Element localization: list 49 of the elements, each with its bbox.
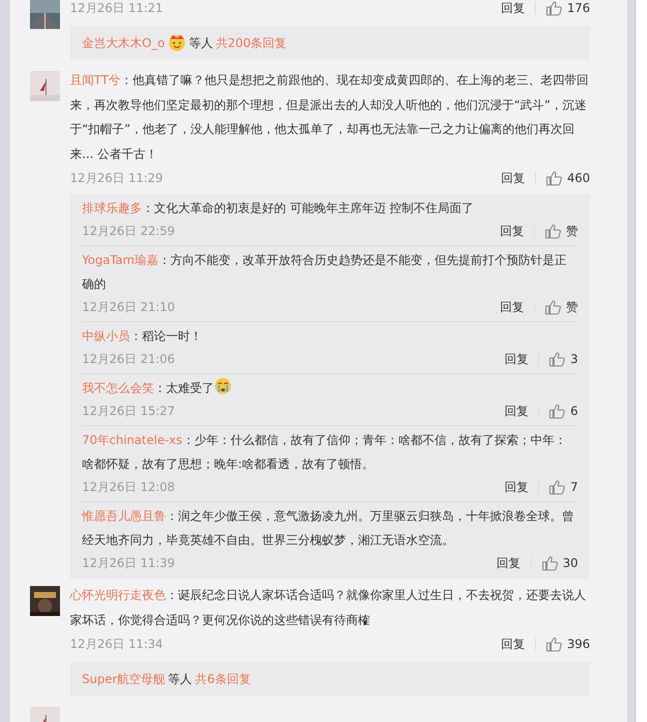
reply-link[interactable]: 回复 [501, 638, 536, 650]
timestamp: 12月26日 11:29 [70, 170, 163, 187]
username-link[interactable]: 排球乐趣多 [82, 201, 142, 215]
reply-link[interactable]: 回复 [500, 225, 535, 237]
summary-text: 等人 [168, 671, 192, 688]
reply-link[interactable]: 回复 [501, 2, 536, 14]
like-count: 7 [570, 479, 578, 496]
reply-count-link[interactable]: 共6条回复 [195, 670, 251, 688]
username-link[interactable]: 中纵小员 [82, 329, 130, 343]
like-count: 460 [567, 170, 590, 187]
reply-link[interactable]: 回复 [501, 172, 536, 184]
like-count: 赞 [566, 223, 578, 240]
like-count: 赞 [566, 299, 578, 316]
username-link[interactable]: 且闻TT兮 [70, 73, 120, 87]
timestamp: 12月26日 11:21 [70, 0, 163, 17]
username-link[interactable]: 心怀光明行走夜色 [70, 588, 166, 602]
comment-text: 惟愿吾儿愚且鲁：润之年少傲王侯，意气激扬凌九州。万里驱云归狭岛，十年掀浪卷全球。曾经天地齐同力，毕竟英雄不自由。世界三分槐蚁梦，湘江无语水空流。 [82, 508, 575, 549]
comment-text: YogaTam瑜嘉：方向不能变，改革开放符合历史趋势还是不能变，但先提前打个预防针是正确的 [82, 252, 568, 293]
username-link[interactable]: YogaTam瑜嘉 [82, 253, 158, 267]
comment-text: 心怀光明行走夜色：诞辰纪念日说人家坏话合适吗？就像你家里人过生日，不去祝贺，还要去说人家坏话，你觉得合适吗？更何况你说的这些错误有待商榷 [70, 587, 587, 628]
username-link[interactable]: 惟愿吾儿愚且鲁 [82, 509, 166, 523]
like-count: 30 [562, 555, 578, 572]
username-link[interactable]: 金岂大木木O_o [82, 34, 165, 52]
comment-text: 且闻TT兮：他真错了嘛？他只是想把之前跟他的、现在却变成黄四郎的、在上海的老三、老四带回来，再次教导他们坚定最初的那个理想，但是派出去的人却没人听他的，他们沉浸于“武斗”，沉迷于“扣帽子”，他老了，没人能理解他，他太孤单了，却再也无法靠一己之力让偏离的他们再次回来... 公者千古！ [70, 72, 590, 162]
timestamp: 12月26日 15:27 [82, 403, 175, 420]
like-count: 396 [567, 636, 590, 653]
timestamp: 12月26日 11:34 [70, 636, 163, 653]
summary-text: 等人 [188, 35, 213, 52]
reply-link[interactable]: 回复 [504, 405, 540, 417]
timestamp: 12月26日 11:39 [82, 555, 175, 572]
username-link[interactable]: 70年chinatele-xs [82, 433, 182, 447]
comment-text: 70年chinatele-xs：少年：什么都信，故有了信仰；青年：啥都不信，故有了探索；中年：啥都怀疑，故有了思想；晚年:啥都看透，故有了顿悟。 [82, 432, 568, 473]
username-link[interactable]: Super航空母舰 [82, 670, 166, 688]
timestamp: 12月26日 22:59 [82, 223, 175, 240]
like-count: 176 [567, 0, 590, 17]
reply-link[interactable]: 回复 [500, 301, 535, 313]
username-link[interactable]: 我不怎么会笑 [82, 381, 154, 395]
like-count: 3 [570, 351, 578, 368]
comment-text: 排球乐趣多：文化大革命的初衷是好的 可能晚年主席年迈 控制不住局面了 [82, 200, 475, 217]
reply-count-link[interactable]: 共200条回复 [216, 34, 287, 52]
like-count: 6 [570, 403, 578, 420]
reply-link[interactable]: 回复 [504, 353, 540, 365]
timestamp: 12月26日 21:06 [82, 351, 175, 368]
reply-link[interactable]: 回复 [504, 481, 540, 493]
timestamp: 12月26日 12:08 [82, 479, 175, 496]
comment-text: 中纵小员：稻论一时！ [82, 328, 203, 345]
timestamp: 12月26日 21:10 [82, 299, 175, 316]
comment-text: 我不怎么会笑：太难受了 [82, 376, 578, 400]
reply-link[interactable]: 回复 [496, 557, 532, 569]
